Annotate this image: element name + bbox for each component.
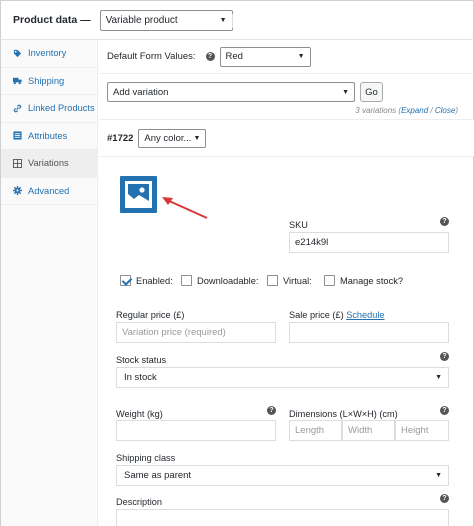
stock-status-select[interactable]: In stock ▼	[116, 367, 449, 388]
image-placeholder-icon	[125, 181, 152, 208]
sidebar-item-label: Linked Products	[28, 103, 95, 114]
variation-number: #1722	[107, 132, 134, 144]
width-input[interactable]: Width	[342, 420, 395, 441]
downloadable-label: Downloadable:	[197, 275, 259, 286]
chevron-down-icon: ▼	[219, 16, 227, 24]
checkbox	[181, 275, 192, 286]
expand-link[interactable]: Expand	[401, 106, 428, 115]
manage-stock-checkbox[interactable]: Manage stock?	[324, 275, 403, 286]
go-button[interactable]: Go	[360, 82, 383, 102]
chevron-down-icon: ▼	[297, 53, 305, 60]
product-data-tabs: Inventory Shipping Linked Products Attri…	[0, 40, 98, 526]
variations-count-end: )	[455, 106, 458, 115]
sidebar-item-label: Advanced	[28, 185, 70, 196]
sale-price-label: Sale price (£) Schedule	[289, 310, 385, 320]
variation-header-row[interactable]: #1722 Any color... ▼	[99, 120, 474, 157]
shipping-class-label: Shipping class	[116, 453, 176, 463]
separator: /	[428, 106, 435, 115]
regular-price-input[interactable]: Variation price (required)	[116, 322, 276, 343]
downloadable-checkbox[interactable]: Downloadable:	[181, 275, 259, 286]
sku-input[interactable]: e214k9l	[289, 232, 449, 253]
weight-input[interactable]	[116, 420, 276, 441]
sidebar-item-variations[interactable]: Variations	[1, 150, 97, 178]
enabled-checkbox[interactable]: Enabled:	[120, 275, 173, 286]
shipping-class-value: Same as parent	[124, 470, 192, 481]
shipping-class-select[interactable]: Same as parent ▼	[116, 465, 449, 486]
add-variation-row: Add variation ▼ Go 3 variations (Expand …	[99, 74, 474, 120]
sidebar-item-inventory[interactable]: Inventory	[1, 40, 97, 68]
checkbox	[267, 275, 278, 286]
help-icon[interactable]: ?	[205, 52, 215, 61]
sidebar-item-label: Attributes	[28, 130, 68, 141]
sidebar-item-label: Shipping	[28, 75, 65, 86]
height-input[interactable]: Height	[395, 420, 449, 441]
chevron-down-icon: ▼	[342, 88, 349, 96]
default-color-value: Red	[225, 51, 243, 62]
sidebar-item-shipping[interactable]: Shipping	[1, 68, 97, 95]
sku-label: SKU	[289, 220, 308, 230]
add-variation-value: Add variation	[113, 86, 169, 98]
dimensions-help-icon[interactable]: ?	[440, 406, 449, 415]
header-divider	[232, 14, 233, 28]
sidebar-item-linked-products[interactable]: Linked Products	[1, 95, 97, 123]
virtual-checkbox[interactable]: Virtual:	[267, 275, 312, 286]
description-help-icon[interactable]: ?	[440, 494, 449, 503]
default-color-select[interactable]: Red ▼	[219, 46, 311, 67]
variation-color-value: Any color...	[144, 132, 192, 144]
default-form-values-row: Default Form Values: ? Red ▼	[99, 40, 474, 74]
truck-icon	[13, 76, 22, 85]
description-label: Description	[116, 497, 162, 507]
close-link[interactable]: Close	[435, 106, 455, 115]
variation-image-upload[interactable]	[120, 176, 157, 213]
weight-help-icon[interactable]: ?	[267, 406, 276, 415]
sku-help-icon[interactable]: ?	[440, 217, 449, 226]
product-type-value: Variable product	[105, 14, 178, 26]
stock-status-help-icon[interactable]: ?	[440, 352, 449, 361]
regular-price-label: Regular price (£)	[116, 310, 185, 320]
variations-panel: Default Form Values: ? Red ▼ Add variati…	[99, 40, 474, 526]
sidebar-item-label: Inventory	[28, 48, 67, 59]
tag-icon	[13, 49, 22, 58]
product-data-label: Product data —	[13, 14, 91, 26]
description-textarea[interactable]	[116, 509, 449, 526]
add-variation-select[interactable]: Add variation ▼	[107, 82, 355, 102]
sale-price-text: Sale price (£)	[289, 310, 344, 320]
variations-count: 3 variations (Expand / Close)	[355, 106, 458, 115]
checkbox	[324, 275, 335, 286]
chevron-down-icon: ▼	[435, 374, 442, 381]
red-arrow-annotation	[162, 197, 208, 219]
stock-status-label: Stock status	[116, 355, 167, 365]
stock-status-value: In stock	[124, 372, 157, 383]
variations-count-text: 3 variations (	[355, 106, 402, 115]
sidebar-item-attributes[interactable]: Attributes	[1, 123, 97, 150]
length-input[interactable]: Length	[289, 420, 342, 441]
manage-stock-label: Manage stock?	[340, 275, 404, 286]
sidebar-item-advanced[interactable]: Advanced	[1, 178, 97, 205]
gear-icon	[13, 186, 22, 196]
grid-icon	[13, 158, 22, 168]
sale-price-input[interactable]	[289, 322, 449, 343]
sidebar-item-label: Variations	[28, 158, 69, 169]
list-icon	[13, 131, 22, 140]
variation-color-select[interactable]: Any color... ▼	[138, 128, 207, 148]
schedule-link[interactable]: Schedule	[346, 310, 384, 320]
chevron-down-icon: ▼	[435, 472, 442, 479]
chevron-down-icon: ▼	[193, 134, 201, 142]
variation-details: SKU ? e214k9l Enabled: Downloadable: Vir…	[99, 157, 474, 526]
checkbox-checked	[120, 275, 131, 286]
virtual-label: Virtual:	[283, 275, 312, 286]
weight-label: Weight (kg)	[116, 409, 163, 419]
product-type-select[interactable]: Variable product ▼	[99, 9, 233, 31]
default-form-values-label: Default Form Values:	[107, 51, 196, 62]
link-icon	[13, 104, 22, 113]
enabled-label: Enabled:	[136, 275, 173, 286]
product-data-header: Product data — Variable product ▼	[0, 0, 474, 40]
dimensions-label: Dimensions (L×W×H) (cm)	[289, 409, 398, 419]
